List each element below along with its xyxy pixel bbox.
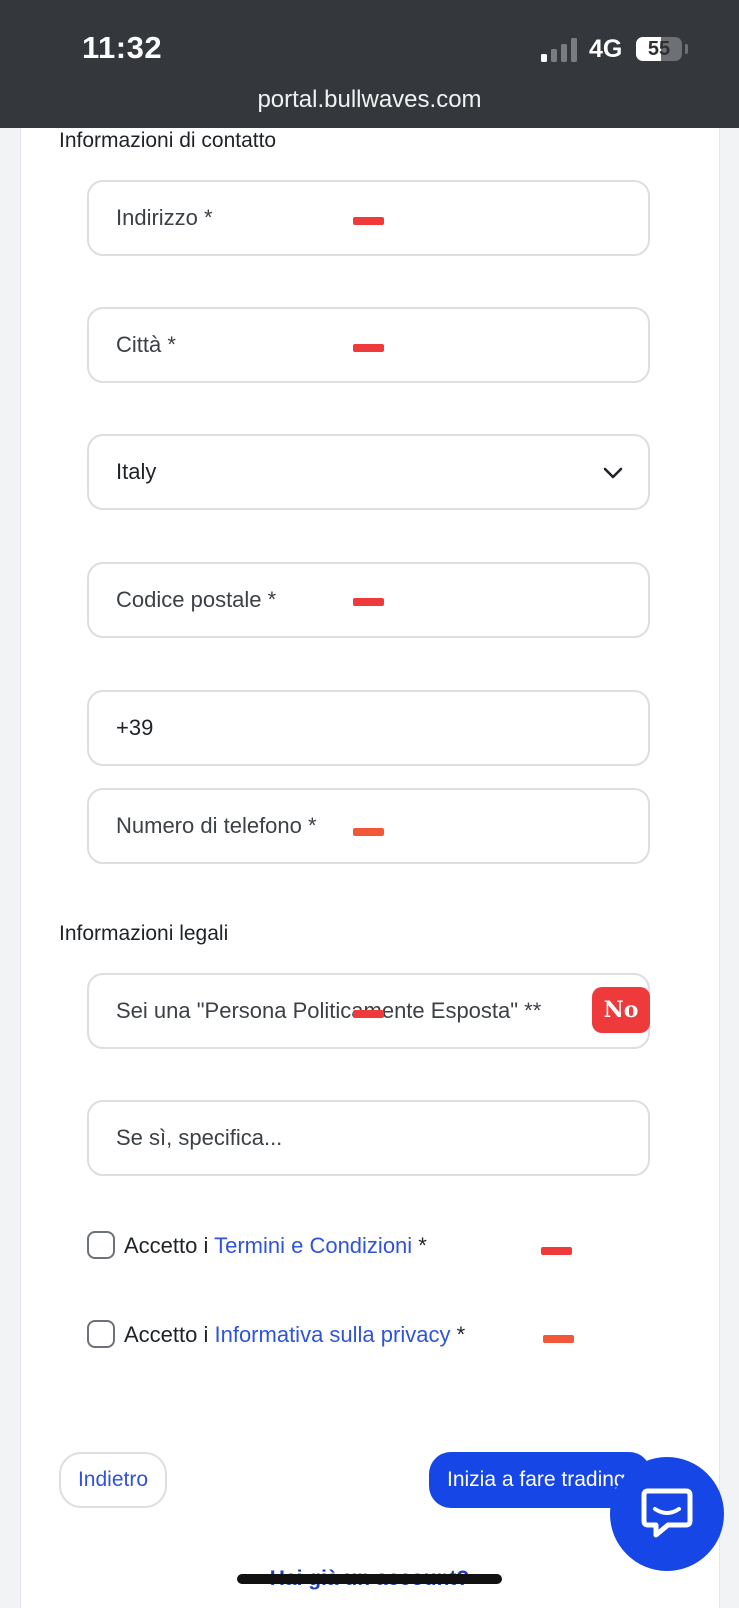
privacy-link[interactable]: Informativa sulla privacy [214,1322,450,1347]
privacy-prefix: Accetto i [124,1322,215,1347]
phone-prefix-field[interactable]: +39 [87,690,650,766]
phone-number-field[interactable]: Numero di telefono * [87,788,650,864]
battery-tip [685,44,688,54]
chevron-down-icon [603,467,623,479]
privacy-checkbox[interactable] [87,1320,115,1348]
privacy-suffix: * [450,1322,466,1347]
postal-code-label: Codice postale * [116,587,277,612]
contact-section-title: Informazioni di contatto [59,129,277,152]
signal-icon [541,38,577,62]
country-select[interactable]: Italy [87,434,650,510]
terms-link[interactable]: Termini e Condizioni [214,1233,412,1258]
home-indicator [237,1574,502,1584]
network-type: 4G [589,35,623,63]
required-marker [353,344,384,352]
phone-prefix-value: +39 [116,715,154,740]
phone-number-label: Numero di telefono * [116,813,317,838]
battery-level: 55 [647,38,671,60]
required-marker [353,828,384,836]
chat-bubble-icon [641,1488,693,1538]
pep-specify-placeholder: Se sì, specifica... [116,1125,283,1150]
battery-icon: 55 [636,37,682,61]
status-bar: 11:32 4G 55 portal.bullwaves.com [0,0,739,128]
privacy-text: Accetto i Informativa sulla privacy * [124,1322,465,1348]
legal-section-title: Informazioni legali [59,922,229,945]
back-button[interactable]: Indietro [59,1452,167,1508]
terms-checkbox[interactable] [87,1231,115,1259]
address-label: Indirizzo * [116,205,213,230]
chat-button[interactable] [610,1457,724,1571]
pep-no-badge[interactable]: No [592,987,650,1033]
city-label: Città * [116,332,176,357]
required-marker [353,217,384,225]
terms-text: Accetto i Termini e Condizioni * [124,1233,427,1259]
pep-specify-field[interactable]: Se sì, specifica... [87,1100,650,1176]
terms-suffix: * [412,1233,427,1258]
address-bar-url[interactable]: portal.bullwaves.com [0,86,739,114]
status-time: 11:32 [82,30,163,65]
required-marker [353,598,384,606]
country-value: Italy [116,459,157,484]
required-marker [541,1247,572,1255]
pep-label: Sei una "Persona Politicamente Esposta" … [116,998,542,1023]
required-marker [543,1335,574,1343]
required-marker [353,1010,384,1018]
terms-prefix: Accetto i [124,1233,215,1258]
